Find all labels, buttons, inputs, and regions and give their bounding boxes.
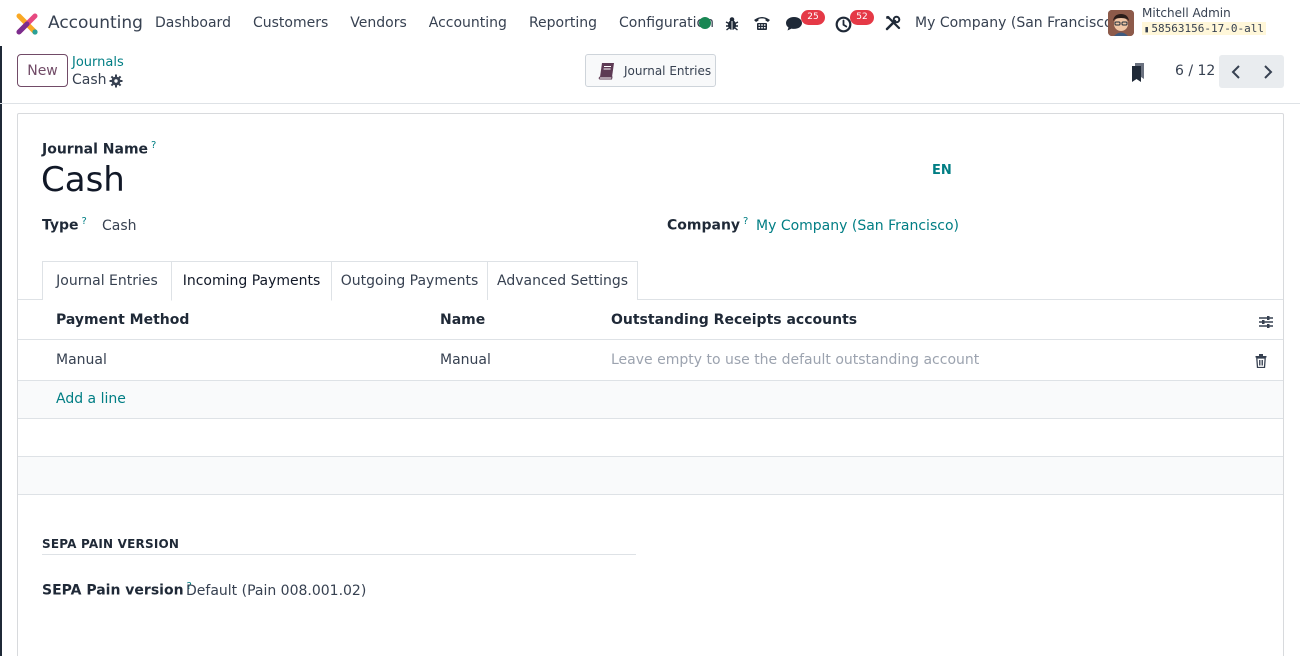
column-header-outstanding-accounts[interactable]: Outstanding Receipts accounts <box>611 312 857 328</box>
breadcrumb-current: Cash <box>72 72 107 88</box>
pager-value[interactable]: 6 / 12 <box>1175 63 1215 79</box>
help-tooltip-icon[interactable]: ? <box>82 216 87 227</box>
new-button[interactable]: New <box>17 54 68 87</box>
menu-vendors[interactable]: Vendors <box>339 15 417 31</box>
company-switcher[interactable]: My Company (San Francisco) <box>915 15 1118 31</box>
window-left-edge <box>0 46 2 656</box>
status-dot-icon[interactable] <box>698 10 711 36</box>
payment-method-cell[interactable]: Manual <box>56 352 107 368</box>
row-divider <box>18 418 1283 419</box>
outstanding-account-input[interactable]: Leave empty to use the default outstandi… <box>611 352 979 368</box>
book-icon <box>598 62 614 79</box>
bookmark-icon[interactable] <box>1131 63 1145 83</box>
breadcrumb-journals[interactable]: Journals <box>72 55 124 70</box>
chevron-right-icon <box>1263 64 1272 79</box>
empty-table-row <box>18 457 1283 495</box>
tab-journal-entries[interactable]: Journal Entries <box>42 261 172 300</box>
table-header-divider <box>18 339 1283 340</box>
phone-icon[interactable] <box>751 10 773 36</box>
accounting-app-icon[interactable] <box>16 13 38 35</box>
company-label-text: Company <box>667 217 741 234</box>
form-sheet: Journal Name? Cash EN Type? Cash Company… <box>17 113 1284 656</box>
type-label-text: Type <box>42 217 79 234</box>
tools-icon[interactable] <box>882 10 904 36</box>
journal-entries-label: Journal Entries <box>624 63 712 78</box>
column-header-name[interactable]: Name <box>440 312 485 328</box>
language-toggle[interactable]: EN <box>932 163 952 178</box>
company-field[interactable]: My Company (San Francisco) <box>756 218 959 234</box>
trash-icon[interactable] <box>1255 354 1267 368</box>
user-avatar[interactable] <box>1108 10 1134 36</box>
user-name[interactable]: Mitchell Admin <box>1142 6 1231 20</box>
database-name: ▮ 58563156-17-0-all <box>1142 22 1267 35</box>
add-line-row <box>18 381 1283 419</box>
menu-reporting[interactable]: Reporting <box>518 15 608 31</box>
section-divider <box>42 554 636 555</box>
type-label: Type? <box>42 216 87 234</box>
app-name[interactable]: Accounting <box>48 13 143 33</box>
menu-customers[interactable]: Customers <box>242 15 339 31</box>
control-panel: New Journals Cash Journal Entries 6 / 12 <box>0 46 1300 104</box>
chevron-left-icon <box>1231 64 1240 79</box>
bug-icon[interactable] <box>722 10 742 36</box>
menu-dashboard[interactable]: Dashboard <box>144 15 242 31</box>
activity-count-badge: 52 <box>850 10 874 25</box>
chat-count-badge: 25 <box>801 10 825 25</box>
sepa-pain-version-label: SEPA Pain version? <box>42 581 192 599</box>
main-menu: Dashboard Customers Vendors Accounting R… <box>144 15 725 31</box>
journal-entries-smart-button[interactable]: Journal Entries <box>585 54 716 87</box>
column-header-payment-method[interactable]: Payment Method <box>56 312 189 328</box>
tab-advanced-settings[interactable]: Advanced Settings <box>487 261 638 300</box>
sepa-pain-version-field[interactable]: Default (Pain 008.001.02) <box>186 583 366 599</box>
database-label: 58563156-17-0-all <box>1151 22 1265 35</box>
tab-outgoing-payments[interactable]: Outgoing Payments <box>331 261 488 300</box>
column-options-icon[interactable] <box>1258 314 1274 330</box>
gear-icon[interactable] <box>109 74 123 88</box>
sepa-pain-version-label-text: SEPA Pain version <box>42 582 184 599</box>
chat-icon[interactable]: 25 <box>783 10 825 36</box>
sepa-section-title: SEPA PAIN VERSION <box>42 537 180 551</box>
top-navbar: Accounting Dashboard Customers Vendors A… <box>0 0 1300 46</box>
journal-name-label: Journal Name? <box>42 140 156 158</box>
name-cell[interactable]: Manual <box>440 352 491 368</box>
add-a-line-link[interactable]: Add a line <box>56 391 126 407</box>
help-tooltip-icon[interactable]: ? <box>743 216 748 227</box>
notebook-tabs: Journal Entries Incoming Payments Outgoi… <box>18 261 1283 301</box>
type-field[interactable]: Cash <box>102 218 137 234</box>
journal-name-field[interactable]: Cash <box>41 160 125 200</box>
company-label: Company? <box>667 216 748 234</box>
help-tooltip-icon[interactable]: ? <box>151 140 156 151</box>
database-icon: ▮ <box>1144 25 1150 35</box>
pager-next-button[interactable] <box>1251 55 1284 88</box>
journal-name-label-text: Journal Name <box>42 141 149 158</box>
pager-previous-button[interactable] <box>1219 55 1252 88</box>
clock-icon[interactable]: 52 <box>834 10 874 36</box>
tab-incoming-payments[interactable]: Incoming Payments <box>171 261 332 301</box>
menu-accounting[interactable]: Accounting <box>418 15 518 31</box>
row-divider <box>18 494 1283 495</box>
